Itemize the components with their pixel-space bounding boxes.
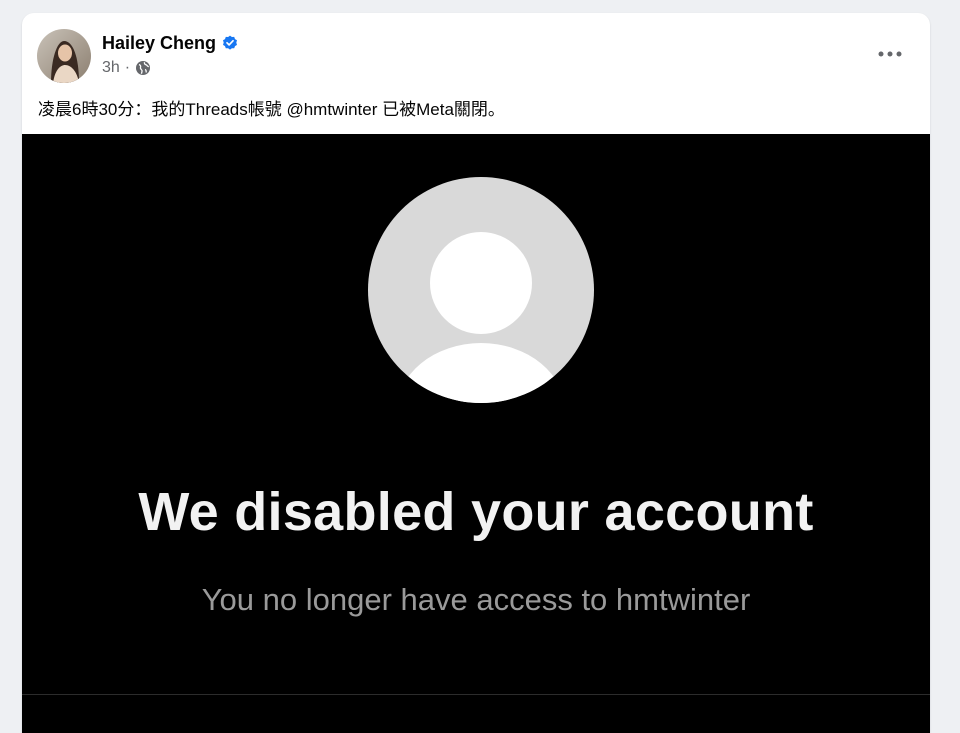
disabled-account-subtitle: You no longer have access to hmtwinter <box>201 582 751 617</box>
post-media-image[interactable]: We disabled your account You no longer h… <box>22 134 930 733</box>
post-text: 凌晨6時30分：我的Threads帳號 @hmtwinter 已被Meta關閉。 <box>38 100 505 119</box>
post-header: Hailey Cheng 3h · <box>22 13 930 97</box>
author-row: Hailey Cheng <box>102 31 238 55</box>
author-name[interactable]: Hailey Cheng <box>102 33 216 54</box>
media-divider <box>22 694 930 695</box>
post-meta: 3h · <box>102 58 151 78</box>
meta-separator: · <box>124 59 131 76</box>
disabled-account-title: We disabled your account <box>138 482 814 542</box>
verified-badge-icon <box>222 35 238 51</box>
author-avatar[interactable] <box>37 29 91 83</box>
more-options-icon <box>878 44 902 62</box>
more-options-button[interactable] <box>872 35 908 71</box>
facebook-post-card: Hailey Cheng 3h · 凌晨6時30分：我的Threads帳號 @h… <box>22 13 930 733</box>
globe-icon[interactable] <box>135 60 151 76</box>
post-timestamp[interactable]: 3h <box>102 59 120 77</box>
default-profile-icon <box>368 177 594 403</box>
